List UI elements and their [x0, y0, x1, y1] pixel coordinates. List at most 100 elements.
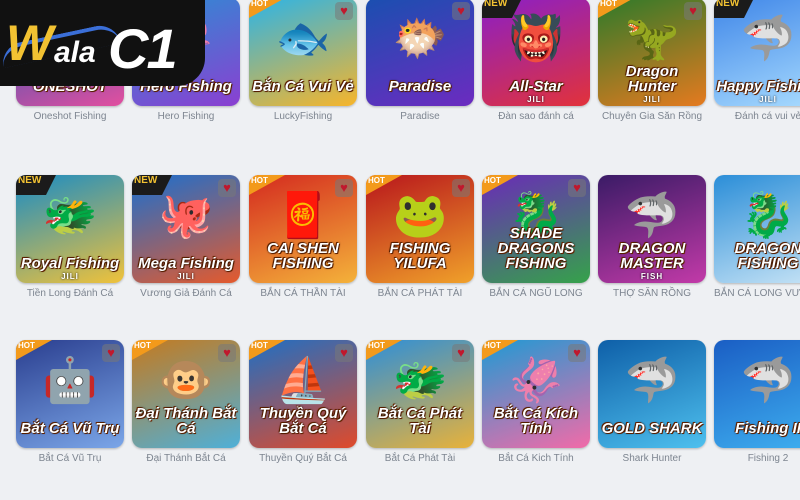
game-thumbnail[interactable]: 👹 All-Star JILI NEW [482, 0, 590, 106]
logo-text-c1: C1 [108, 17, 178, 80]
game-card[interactable]: 🐲 Royal Fishing JILI NEW Tiền Long Đánh Cá [16, 175, 124, 299]
game-card[interactable]: 🦈 DRAGON MASTER FISH THỢ SĂN RỒNG [598, 175, 706, 299]
game-name-label[interactable]: Đánh cá vui vẻ [714, 111, 800, 122]
game-card[interactable]: 🦈Happy FishingJILINEW Đánh cá vui vẻ [714, 0, 800, 122]
game-art-icon: 🦈 [624, 356, 680, 406]
game-art-icon: 🦑 [508, 356, 564, 406]
favorite-heart-icon[interactable]: ♥ [335, 2, 353, 20]
game-card[interactable]: 🦈 GOLD SHARK Shark Hunter [598, 340, 706, 464]
game-card[interactable]: 🐸 FISHING YILUFA HOT ♥ BẮN CÁ PHÁT TÀI [366, 175, 474, 299]
game-logo-title: Dragon Hunter [625, 63, 679, 95]
game-thumbnail[interactable]: 🐵 Đại Thánh Bắt Cá HOT ♥ [132, 340, 240, 448]
game-card[interactable]: 🐵 Đại Thánh Bắt Cá HOT ♥ Đại Thánh Bắt Cá [132, 340, 240, 464]
game-thumbnail[interactable]: 🦈 GOLD SHARK [598, 340, 706, 448]
game-name-label[interactable]: Fishing 2 [714, 453, 800, 464]
game-name-label[interactable]: Vương Giả Đánh Cá [132, 288, 240, 299]
game-logo-title: SHADE DRAGONS FISHING [497, 225, 575, 272]
favorite-heart-icon[interactable]: ♥ [102, 344, 120, 362]
favorite-heart-icon[interactable]: ♥ [452, 2, 470, 20]
game-thumbnail[interactable]: 🐉 SHADE DRAGONS FISHING HOT ♥ [482, 175, 590, 283]
favorite-heart-icon[interactable]: ♥ [568, 344, 586, 362]
game-thumbnail[interactable]: 🐲 Bắt Cá Phát Tài HOT ♥ [366, 340, 474, 448]
game-thumbnail[interactable]: 🐡 Paradise ♥ [366, 0, 474, 106]
game-thumbnail[interactable]: ⛵ Thuyền Quý Bắt Cá HOT ♥ [249, 340, 357, 448]
game-card[interactable]: 🦑 Bắt Cá Kích Tính HOT ♥ Bắt Cá Kich Tính [482, 340, 590, 464]
game-name-label[interactable]: BẮN CÁ LONG VƯƠNG [714, 288, 800, 299]
game-art-icon: 🐟 [275, 14, 331, 64]
game-name-label[interactable]: BẮN CÁ NGŨ LONG [482, 288, 590, 299]
game-card[interactable]: 🐟 Bắn Cá Vui Vẻ HOT ♥ LuckyFishing [249, 0, 357, 122]
game-name-label[interactable]: Hero Fishing [132, 111, 240, 122]
game-name-label[interactable]: Paradise [366, 111, 474, 122]
game-name-label[interactable]: Tiền Long Đánh Cá [16, 288, 124, 299]
game-art-icon: 🦖 [624, 14, 680, 64]
game-thumbnail[interactable]: 🦈Happy FishingJILINEW [714, 0, 800, 106]
logo-text-ala: ala [54, 36, 96, 69]
game-thumbnail[interactable]: 🤖 Bắt Cá Vũ Trụ HOT ♥ [16, 340, 124, 448]
game-logo-title: Bắn Cá Vui Vẻ [252, 78, 354, 95]
game-card[interactable]: 🐉DRAGON FISHING BẮN CÁ LONG VƯƠNG [714, 175, 800, 299]
game-name-label[interactable]: BẮN CÁ PHÁT TÀI [366, 288, 474, 299]
game-name-label[interactable]: Thuyền Quý Bắt Cá [249, 453, 357, 464]
game-name-label[interactable]: Đàn sao đánh cá [482, 111, 590, 122]
game-card[interactable]: 🦖 Dragon Hunter JILI HOT ♥ Chuyên Gia Săn Rồn… [598, 0, 706, 122]
favorite-heart-icon[interactable]: ♥ [568, 179, 586, 197]
game-logo-title: Paradise [388, 78, 452, 95]
game-art-icon: 👹 [508, 14, 564, 64]
game-card[interactable]: 🐡 Paradise ♥ Paradise [366, 0, 474, 122]
favorite-heart-icon[interactable]: ♥ [335, 179, 353, 197]
game-thumbnail[interactable]: 🦈 Fishing II [714, 340, 800, 448]
game-art-icon: 🐉 [740, 191, 796, 241]
favorite-heart-icon[interactable]: ♥ [684, 2, 702, 20]
game-card[interactable]: 🤖 Bắt Cá Vũ Trụ HOT ♥ Bắt Cá Vũ Trụ [16, 340, 124, 464]
game-art-icon: 🦈 [624, 191, 680, 241]
game-thumbnail[interactable]: 🐙 Mega Fishing JILI NEW ♥ [132, 175, 240, 283]
game-art-icon: 🐡 [392, 14, 448, 64]
game-name-label[interactable]: Shark Hunter [598, 453, 706, 464]
game-logo-title: GOLD SHARK [601, 420, 703, 437]
game-logo-title: Thuyền Quý Bắt Cá [259, 405, 347, 437]
game-name-label[interactable]: BẮN CÁ THẦN TÀI [249, 288, 357, 299]
game-art-icon: ⛵ [275, 356, 331, 406]
game-card[interactable]: 🐉 SHADE DRAGONS FISHING HOT ♥ BẮN CÁ NGŨ LON… [482, 175, 590, 299]
game-thumbnail[interactable]: 🦑 Bắt Cá Kích Tính HOT ♥ [482, 340, 590, 448]
game-thumbnail[interactable]: 🐟 Bắn Cá Vui Vẻ HOT ♥ [249, 0, 357, 106]
game-name-label[interactable]: Bắt Cá Phát Tài [366, 453, 474, 464]
game-card[interactable]: 🧧 CAI SHEN FISHING HOT ♥ BẮN CÁ THẦN TÀI [249, 175, 357, 299]
game-thumbnail[interactable]: 🐲 Royal Fishing JILI NEW [16, 175, 124, 283]
game-name-label[interactable]: Chuyên Gia Săn Rồng [598, 111, 706, 122]
game-name-label[interactable]: Bắt Cá Kich Tính [482, 453, 590, 464]
game-art-icon: 🐵 [158, 356, 214, 406]
wala-c1-logo[interactable]: W ala C1 [0, 0, 205, 86]
game-thumbnail[interactable]: 🐸 FISHING YILUFA HOT ♥ [366, 175, 474, 283]
game-name-label[interactable]: Oneshot Fishing [16, 111, 124, 122]
game-card[interactable]: 🦈 Fishing II Fishing 2 [714, 340, 800, 464]
game-thumbnail[interactable]: 🦖 Dragon Hunter JILI HOT ♥ [598, 0, 706, 106]
game-thumbnail[interactable]: 🦈 DRAGON MASTER FISH [598, 175, 706, 283]
game-logo-title: DRAGON FISHING [734, 240, 800, 272]
favorite-heart-icon[interactable]: ♥ [218, 179, 236, 197]
provider-brand: JILI [759, 95, 777, 104]
game-thumbnail[interactable]: 🐉 DRAGON FISHING [714, 175, 800, 283]
game-name-label[interactable]: THỢ SĂN RỒNG [598, 288, 706, 299]
game-art-icon: 🧧 [275, 191, 331, 241]
game-card[interactable]: 🐙 Mega Fishing JILI NEW ♥ Vương Giả Đánh Cá [132, 175, 240, 299]
game-art-icon: 🐸 [392, 191, 448, 241]
game-card[interactable]: ⛵ Thuyền Quý Bắt Cá HOT ♥ Thuyền Quý Bắt Cá [249, 340, 357, 464]
game-logo-title: All-Star [509, 78, 563, 95]
game-name-label[interactable]: Đại Thánh Bắt Cá [132, 453, 240, 464]
favorite-heart-icon[interactable]: ♥ [452, 344, 470, 362]
favorite-heart-icon[interactable]: ♥ [218, 344, 236, 362]
game-art-icon: 🦈 [740, 14, 796, 64]
game-logo-title: Mega Fishing [138, 255, 234, 272]
game-name-label[interactable]: Bắt Cá Vũ Trụ [16, 453, 124, 464]
favorite-heart-icon[interactable]: ♥ [452, 179, 470, 197]
game-card[interactable]: 👹 All-Star JILI NEW Đàn sao đánh cá [482, 0, 590, 122]
game-thumbnail[interactable]: 🧧 CAI SHEN FISHING HOT ♥ [249, 175, 357, 283]
favorite-heart-icon[interactable]: ♥ [335, 344, 353, 362]
game-logo-title: Bắt Cá Phát Tài [377, 405, 463, 437]
game-logo-title: CAI SHEN FISHING [267, 240, 339, 272]
game-card[interactable]: 🐲 Bắt Cá Phát Tài HOT ♥ Bắt Cá Phát Tài [366, 340, 474, 464]
game-name-label[interactable]: LuckyFishing [249, 111, 357, 122]
provider-brand: JILI [527, 95, 545, 104]
